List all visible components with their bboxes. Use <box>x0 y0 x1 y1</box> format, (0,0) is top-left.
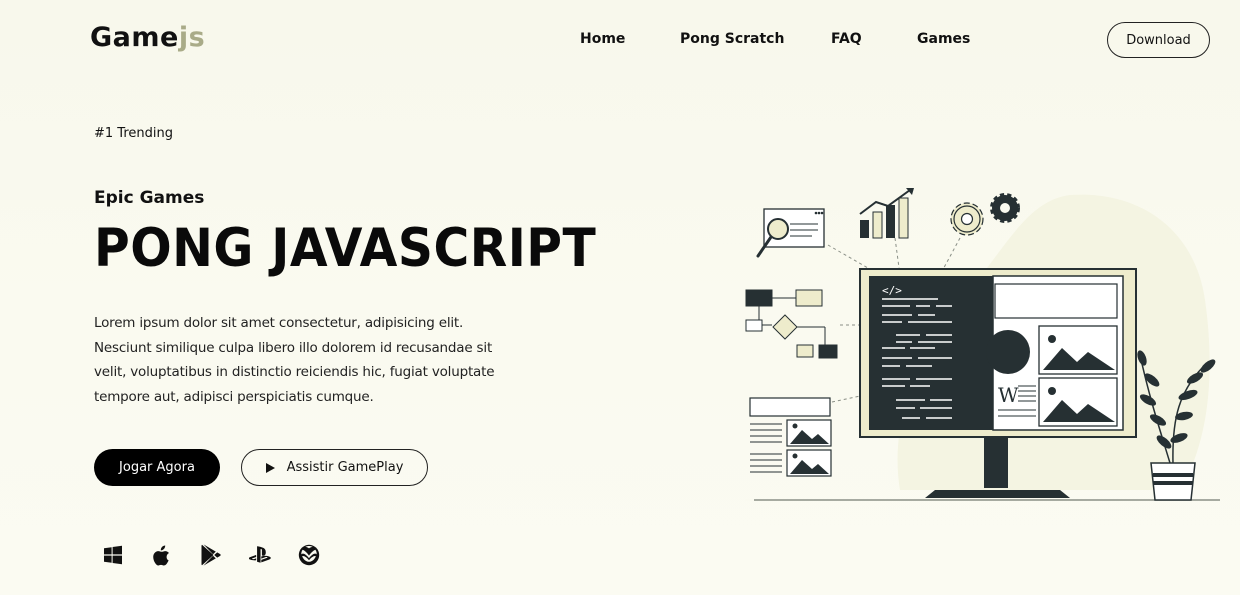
computer-scene-illustration: </> W <box>745 188 1220 501</box>
description-line: Lorem ipsum dolor sit amet consectetur, … <box>94 315 464 331</box>
gear-icons <box>950 193 1020 236</box>
hero-subtitle: Epic Games <box>94 188 205 208</box>
code-tag: </> <box>882 284 902 297</box>
trending-badge: #1 Trending <box>94 126 173 141</box>
description-line: tempore aut, adipisci perspiciatis cumqu… <box>94 388 374 405</box>
flowchart-icon <box>745 289 838 359</box>
play-icon <box>265 462 275 473</box>
bar-chart-icon <box>859 188 914 239</box>
xbox-icon[interactable] <box>298 543 320 567</box>
google-play-icon[interactable] <box>200 543 222 567</box>
play-now-button[interactable]: Jogar Agora <box>94 449 220 486</box>
document-cluster-icon <box>749 397 832 477</box>
nav-home[interactable]: Home <box>580 31 625 47</box>
web-avatar-circle <box>986 330 1030 374</box>
monitor-base <box>925 490 1070 498</box>
description-line: velit, voluptatibus in distinctio reicie… <box>94 364 495 380</box>
monitor-stand <box>984 438 1008 488</box>
playstation-icon[interactable] <box>249 543 271 567</box>
hero-description: Lorem ipsum dolor sit amet consectetur, … <box>94 311 524 409</box>
doc-letter: W <box>998 383 1019 407</box>
nav-faq[interactable]: FAQ <box>831 31 862 47</box>
nav-pong-scratch[interactable]: Pong Scratch <box>680 31 784 47</box>
description-line: Nesciunt similique culpa libero illo dol… <box>94 339 493 356</box>
apple-icon[interactable] <box>151 543 173 567</box>
hero-illustration: </> W <box>740 180 1230 510</box>
download-button[interactable]: Download <box>1107 22 1210 58</box>
web-header-box <box>994 283 1118 319</box>
nav-games[interactable]: Games <box>917 31 970 47</box>
watch-gameplay-button[interactable]: Assistir GamePlay <box>241 449 428 486</box>
watch-gameplay-label: Assistir GamePlay <box>286 460 404 475</box>
hero-title: PONG JAVASCRIPT <box>94 218 597 279</box>
main-nav: Home Pong Scratch FAQ Games <box>0 31 1240 51</box>
platform-icons <box>102 543 347 567</box>
windows-icon[interactable] <box>102 543 124 567</box>
